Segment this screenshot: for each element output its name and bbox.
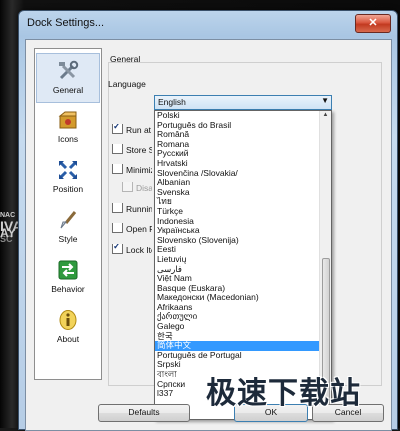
sidebar-item-label: Behavior	[51, 284, 85, 294]
option-minimize[interactable]: Minimize	[112, 164, 152, 177]
brush-icon	[60, 211, 77, 229]
language-option[interactable]: Türkçe	[155, 207, 319, 217]
language-options: Polski Português do Brasil Română Romana Рус…	[155, 111, 319, 399]
language-option[interactable]: Română	[155, 130, 319, 140]
sidebar-item-style[interactable]: Style	[36, 203, 100, 253]
language-option[interactable]: Indonesia	[155, 217, 319, 227]
scroll-up-icon[interactable]: ▲	[321, 112, 330, 121]
checkbox[interactable]	[112, 244, 123, 255]
category-sidebar: General Icons Position Style Behavior Ab…	[34, 48, 102, 380]
language-option[interactable]: Svenska	[155, 188, 319, 198]
language-option[interactable]: فارسی	[155, 265, 319, 275]
language-option[interactable]: Afrikaans	[155, 303, 319, 313]
language-option[interactable]: Português de Portugal	[155, 351, 319, 361]
language-option[interactable]: ไทย	[155, 197, 319, 207]
option-store-settings[interactable]: Store Se	[112, 144, 152, 157]
option-running[interactable]: Running	[112, 203, 152, 216]
checkbox	[122, 182, 133, 193]
sidebar-item-label: Icons	[57, 134, 79, 144]
icons-box-icon	[58, 111, 77, 129]
language-option[interactable]: Romana	[155, 140, 319, 150]
sidebar-item-label: Position	[52, 184, 84, 194]
option-disable: Disab	[122, 182, 152, 195]
close-icon: ✕	[368, 17, 378, 29]
sidebar-item-label: About	[56, 334, 80, 344]
language-option[interactable]: 한국	[155, 332, 319, 342]
language-option[interactable]: Lietuvių	[155, 255, 319, 265]
close-button[interactable]: ✕	[355, 14, 391, 33]
window-title: Dock Settings...	[27, 17, 105, 29]
language-select[interactable]: English ▼	[154, 95, 332, 110]
language-option[interactable]: Македонски (Macedonian)	[155, 293, 319, 303]
sidebar-item-general[interactable]: General	[36, 53, 100, 103]
info-icon	[59, 310, 77, 330]
language-option[interactable]: 简体中文	[155, 341, 319, 351]
watermark-logo: 极速下载站	[206, 376, 361, 411]
language-label: Language	[108, 79, 146, 89]
option-lock-items[interactable]: Lock Ite	[112, 244, 152, 257]
dock-settings-dialog: Dock Settings... ✕ General Icons Positio…	[18, 10, 398, 431]
checkbox[interactable]	[112, 124, 123, 135]
language-option[interactable]: Português do Brasil	[155, 121, 319, 131]
language-option[interactable]: Galego	[155, 322, 319, 332]
tools-icon	[59, 60, 79, 80]
language-select-value: English	[158, 97, 186, 107]
position-arrows-icon	[58, 160, 78, 180]
option-run-at-startup[interactable]: Run at S	[112, 124, 152, 137]
language-option[interactable]: Polski	[155, 111, 319, 121]
defaults-button[interactable]: Defaults	[98, 404, 190, 422]
language-option[interactable]: Русский	[155, 149, 319, 159]
behavior-arrows-icon	[58, 260, 78, 280]
language-option[interactable]: Hrvatski	[155, 159, 319, 169]
checkbox[interactable]	[112, 144, 123, 155]
checkbox[interactable]	[112, 223, 123, 234]
language-option[interactable]: ქართული	[155, 312, 319, 322]
language-option[interactable]: Українська	[155, 226, 319, 236]
sidebar-item-position[interactable]: Position	[36, 153, 100, 203]
chevron-down-icon: ▼	[321, 96, 329, 105]
language-option[interactable]: Eesti	[155, 245, 319, 255]
language-option[interactable]: Slovensko (Slovenija)	[155, 236, 319, 246]
sidebar-item-label: General	[52, 85, 84, 95]
language-option[interactable]: Slovenčina /Slovakia/	[155, 169, 319, 179]
language-option[interactable]: Albanian	[155, 178, 319, 188]
language-option[interactable]: Việt Nam	[155, 274, 319, 284]
checkbox[interactable]	[112, 203, 123, 214]
desktop-text: AY	[0, 226, 16, 240]
sidebar-item-about[interactable]: About	[36, 303, 100, 353]
checkbox[interactable]	[112, 164, 123, 175]
sidebar-item-behavior[interactable]: Behavior	[36, 253, 100, 303]
section-title: General	[110, 54, 141, 64]
option-open-running[interactable]: Open Ru	[112, 223, 152, 236]
sidebar-item-icons[interactable]: Icons	[36, 103, 100, 153]
language-option[interactable]: Basque (Euskara)	[155, 284, 319, 294]
sidebar-item-label: Style	[58, 234, 78, 244]
